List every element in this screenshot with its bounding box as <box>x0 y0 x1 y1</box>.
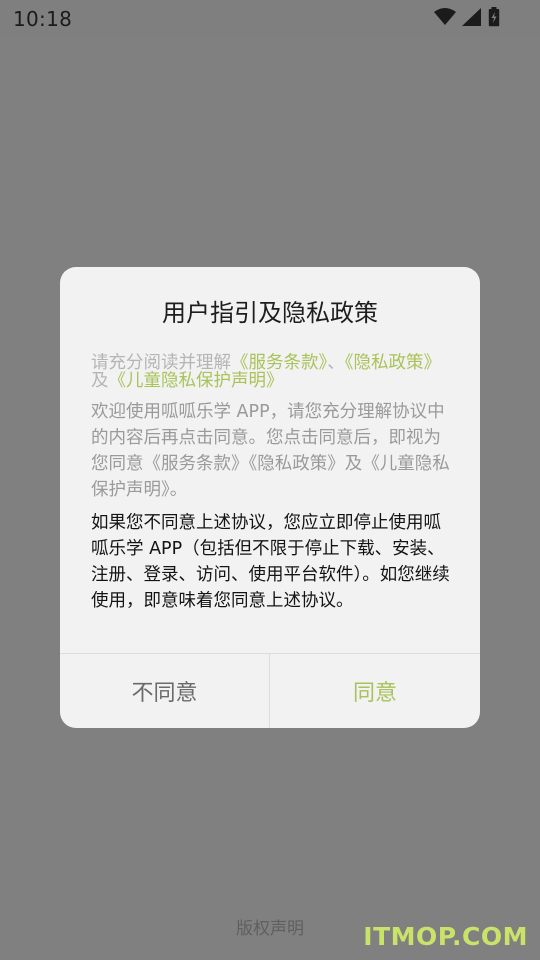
terms-of-service-link[interactable]: 《服务条款》 <box>231 353 327 373</box>
children-privacy-link[interactable]: 《儿童隐私保护声明》 <box>109 371 284 391</box>
disagree-button[interactable]: 不同意 <box>60 654 269 728</box>
consent-description: 欢迎使用呱呱乐学 APP，请您充分理解协议中的内容后再点击同意。您点击同意后，即… <box>91 402 450 500</box>
status-bar: 10:18 <box>0 0 540 36</box>
signal-icon <box>462 8 482 26</box>
status-time: 10:18 <box>13 7 73 31</box>
privacy-dialog: 用户指引及隐私政策 请充分阅读并理解《服务条款》、《隐私政策》及《儿童隐私保护声… <box>60 267 480 728</box>
status-icons <box>434 7 500 27</box>
intro-text: 请充分阅读并理解《服务条款》、《隐私政策》及《儿童隐私保护声明》 <box>91 354 451 390</box>
intro-separator: 、 <box>327 353 345 373</box>
wifi-icon <box>434 8 456 26</box>
dialog-title: 用户指引及隐私政策 <box>162 299 378 327</box>
watermark: ITMOP.COM <box>363 922 528 951</box>
agree-button[interactable]: 同意 <box>270 654 480 728</box>
intro-prefix: 请充分阅读并理解 <box>91 353 231 373</box>
disagree-warning: 如果您不同意上述协议，您应立即停止使用呱呱乐学 APP（包括但不限于停止下载、安… <box>91 513 450 611</box>
battery-icon <box>488 7 500 27</box>
privacy-policy-link[interactable]: 《隐私政策》 <box>345 353 441 373</box>
intro-separator-and: 及 <box>91 371 109 391</box>
